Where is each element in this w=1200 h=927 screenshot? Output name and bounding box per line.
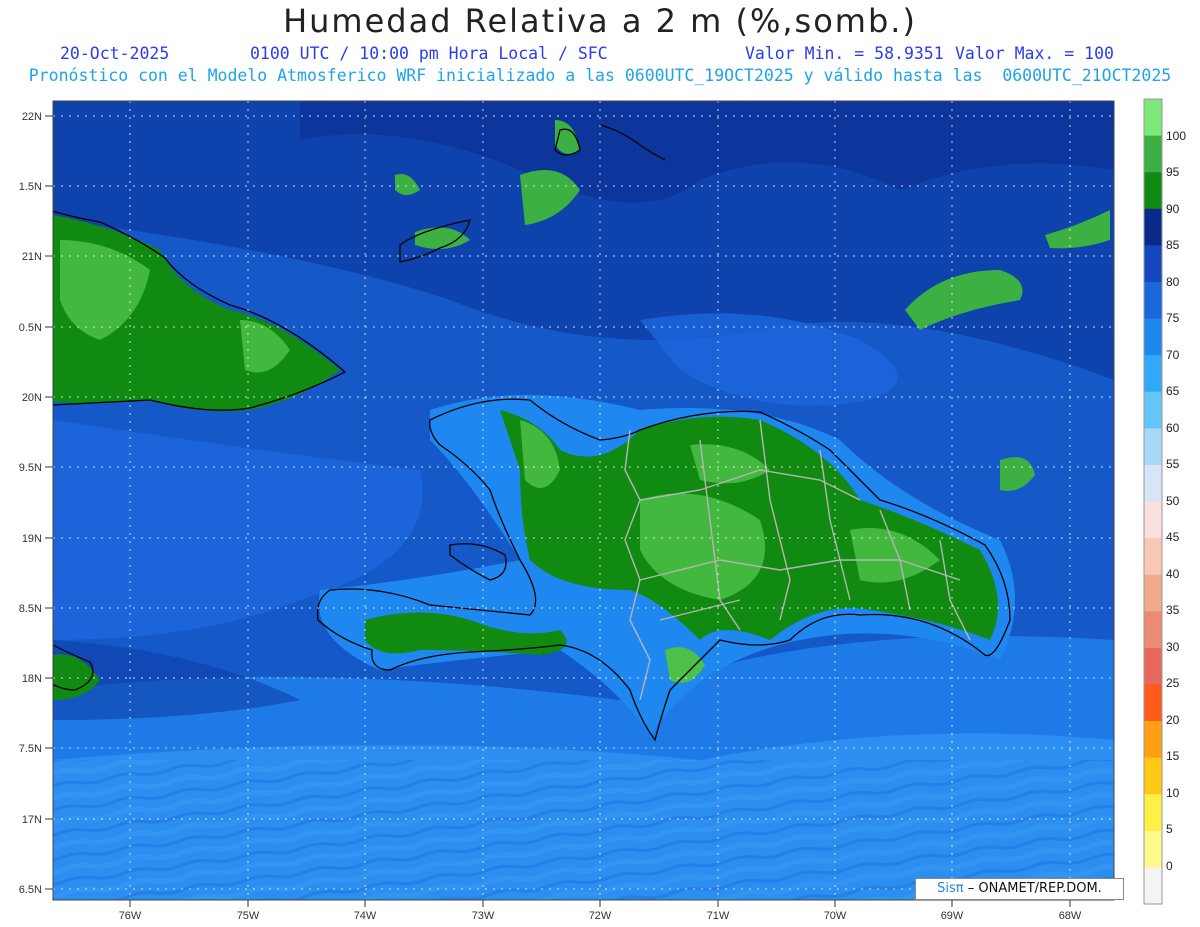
- colorbar-label: 25: [1166, 676, 1180, 690]
- lat-label: 6.5N: [19, 884, 42, 896]
- colorbar-swatch: [1144, 99, 1162, 137]
- colorbar-swatch: [1144, 428, 1162, 466]
- colorbar-swatch: [1144, 135, 1162, 173]
- colorbar-swatch: [1144, 208, 1162, 246]
- lon-label: 75W: [237, 910, 260, 922]
- lon-label: 72W: [589, 910, 612, 922]
- colorbar-label: 95: [1166, 165, 1180, 179]
- colorbar-label: 60: [1166, 421, 1180, 435]
- colorbar-swatch: [1144, 501, 1162, 539]
- lat-label: 17N: [22, 814, 42, 826]
- map-field: [53, 101, 1114, 900]
- lat-label: 8.5N: [19, 603, 42, 615]
- colorbar-swatch: [1144, 647, 1162, 685]
- colorbar-label: 15: [1166, 749, 1180, 763]
- colorbar-swatch: [1144, 464, 1162, 502]
- colorbar-swatch: [1144, 721, 1162, 759]
- colorbar-label: 20: [1166, 713, 1180, 727]
- colorbar-swatch: [1144, 245, 1162, 283]
- colorbar-swatch: [1144, 794, 1162, 832]
- lon-label: 74W: [354, 910, 377, 922]
- lon-label: 69W: [941, 910, 964, 922]
- colorbar-label: 5: [1166, 822, 1173, 836]
- sispi-logo: Sisπ: [937, 881, 964, 896]
- lat-label: 18N: [22, 673, 42, 685]
- colorbar-label: 30: [1166, 640, 1180, 654]
- colorbar-label: 85: [1166, 238, 1180, 252]
- colorbar-swatch: [1144, 611, 1162, 649]
- colorbar-swatch: [1144, 355, 1162, 393]
- colorbar-label: 0: [1166, 859, 1173, 873]
- colorbar-swatch: [1144, 318, 1162, 356]
- lon-label: 73W: [472, 910, 495, 922]
- colorbar-swatch: [1144, 867, 1162, 905]
- lat-label: 7.5N: [19, 743, 42, 755]
- lat-label: 9.5N: [19, 462, 42, 474]
- lon-label: 71W: [707, 910, 730, 922]
- colorbar-label: 45: [1166, 530, 1180, 544]
- colorbar-label: 90: [1166, 202, 1180, 216]
- colorbar-label: 70: [1166, 348, 1180, 362]
- lon-axis: 76W 75W 74W 73W 72W 71W 70W 69W 68W: [119, 910, 1082, 922]
- lat-label: 22N: [22, 111, 42, 123]
- lat-label: 21N: [22, 251, 42, 263]
- lon-label: 70W: [824, 910, 847, 922]
- credit-box: Sisπ – ONAMET/REP.DOM.: [915, 878, 1124, 900]
- colorbar-labels: 100 95 90 85 80 75 70 65 60 55 50 45 40 …: [1166, 129, 1186, 873]
- colorbar-swatch: [1144, 574, 1162, 612]
- colorbar-swatch: [1144, 391, 1162, 429]
- colorbar-label: 10: [1166, 786, 1180, 800]
- lat-label: 1.5N: [19, 181, 42, 193]
- colorbar-label: 35: [1166, 603, 1180, 617]
- colorbar-swatch: [1144, 757, 1162, 795]
- lon-label: 68W: [1059, 910, 1082, 922]
- humidity-map: 22N 1.5N 21N 0.5N 20N 9.5N 19N 8.5N 18N …: [19, 98, 1186, 922]
- colorbar: [1143, 98, 1163, 905]
- colorbar-swatch: [1144, 281, 1162, 320]
- lat-label: 0.5N: [19, 322, 42, 334]
- colorbar-label: 80: [1166, 275, 1180, 289]
- lat-axis: 22N 1.5N 21N 0.5N 20N 9.5N 19N 8.5N 18N …: [19, 111, 42, 896]
- colorbar-label: 40: [1166, 567, 1180, 581]
- credit-text: – ONAMET/REP.DOM.: [967, 881, 1102, 896]
- lon-label: 76W: [119, 910, 142, 922]
- lat-label: 19N: [22, 533, 42, 545]
- colorbar-label: 55: [1166, 457, 1180, 471]
- colorbar-label: 50: [1166, 494, 1180, 508]
- colorbar-label: 65: [1166, 384, 1180, 398]
- colorbar-swatch: [1144, 172, 1162, 210]
- colorbar-swatch: [1144, 830, 1162, 868]
- lat-label: 20N: [22, 392, 42, 404]
- colorbar-label: 75: [1166, 311, 1180, 325]
- colorbar-swatch: [1144, 538, 1162, 576]
- colorbar-label: 100: [1166, 129, 1186, 143]
- colorbar-swatch: [1144, 684, 1162, 722]
